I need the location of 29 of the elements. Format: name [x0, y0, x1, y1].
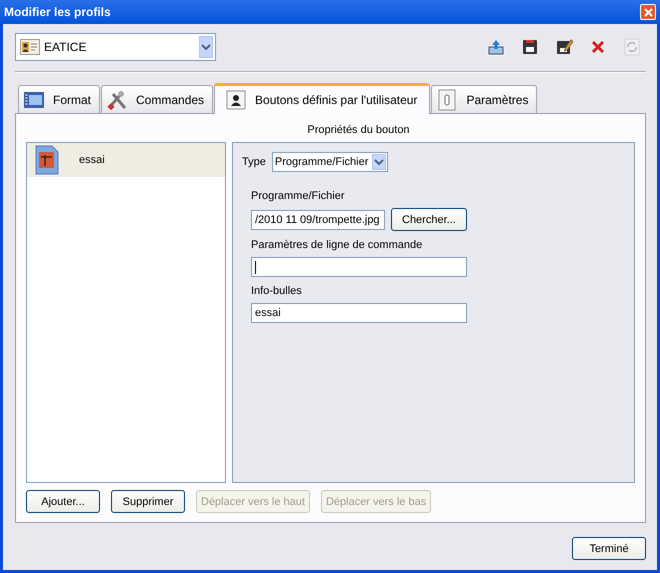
tab[interactable]: Boutons définis par l'utilisateur [214, 83, 430, 114]
tab[interactable]: Paramètres [431, 85, 538, 113]
browse-button[interactable]: Chercher... [391, 208, 467, 231]
input-field[interactable] [251, 257, 467, 277]
window-title: Modifier les profils [4, 5, 111, 19]
profile-dropdown[interactable]: EATICE [15, 33, 216, 61]
type-dropdown[interactable]: Programme/Fichier [272, 152, 388, 172]
list-item[interactable]: essai [27, 143, 225, 177]
field-label: Programme/Fichier [251, 190, 346, 202]
close-icon [642, 6, 654, 18]
image-file-icon [35, 145, 59, 175]
id-card-icon [20, 39, 40, 55]
tab[interactable]: Commandes [101, 85, 214, 113]
action-button[interactable]: Supprimer [111, 490, 185, 513]
tab[interactable]: Format [18, 85, 100, 113]
floppy-disk-icon[interactable] [520, 37, 540, 57]
type-label: Type [242, 156, 266, 168]
done-button[interactable]: Terminé [572, 537, 646, 560]
section-title: Propriétés du bouton [306, 123, 411, 138]
field-label: Paramètres de ligne de commande [251, 239, 424, 251]
field-label: Info-bulles [251, 285, 303, 297]
close-button[interactable] [640, 4, 656, 20]
tools-icon [106, 88, 128, 110]
person-icon [225, 89, 248, 111]
input-field[interactable]: /2010 11 09/trompette.jpg [251, 210, 385, 230]
floppy-pencil-icon[interactable] [554, 37, 574, 57]
input-field[interactable]: essai [251, 303, 467, 323]
panel-icon [436, 88, 458, 110]
action-button[interactable]: Ajouter... [26, 490, 100, 513]
